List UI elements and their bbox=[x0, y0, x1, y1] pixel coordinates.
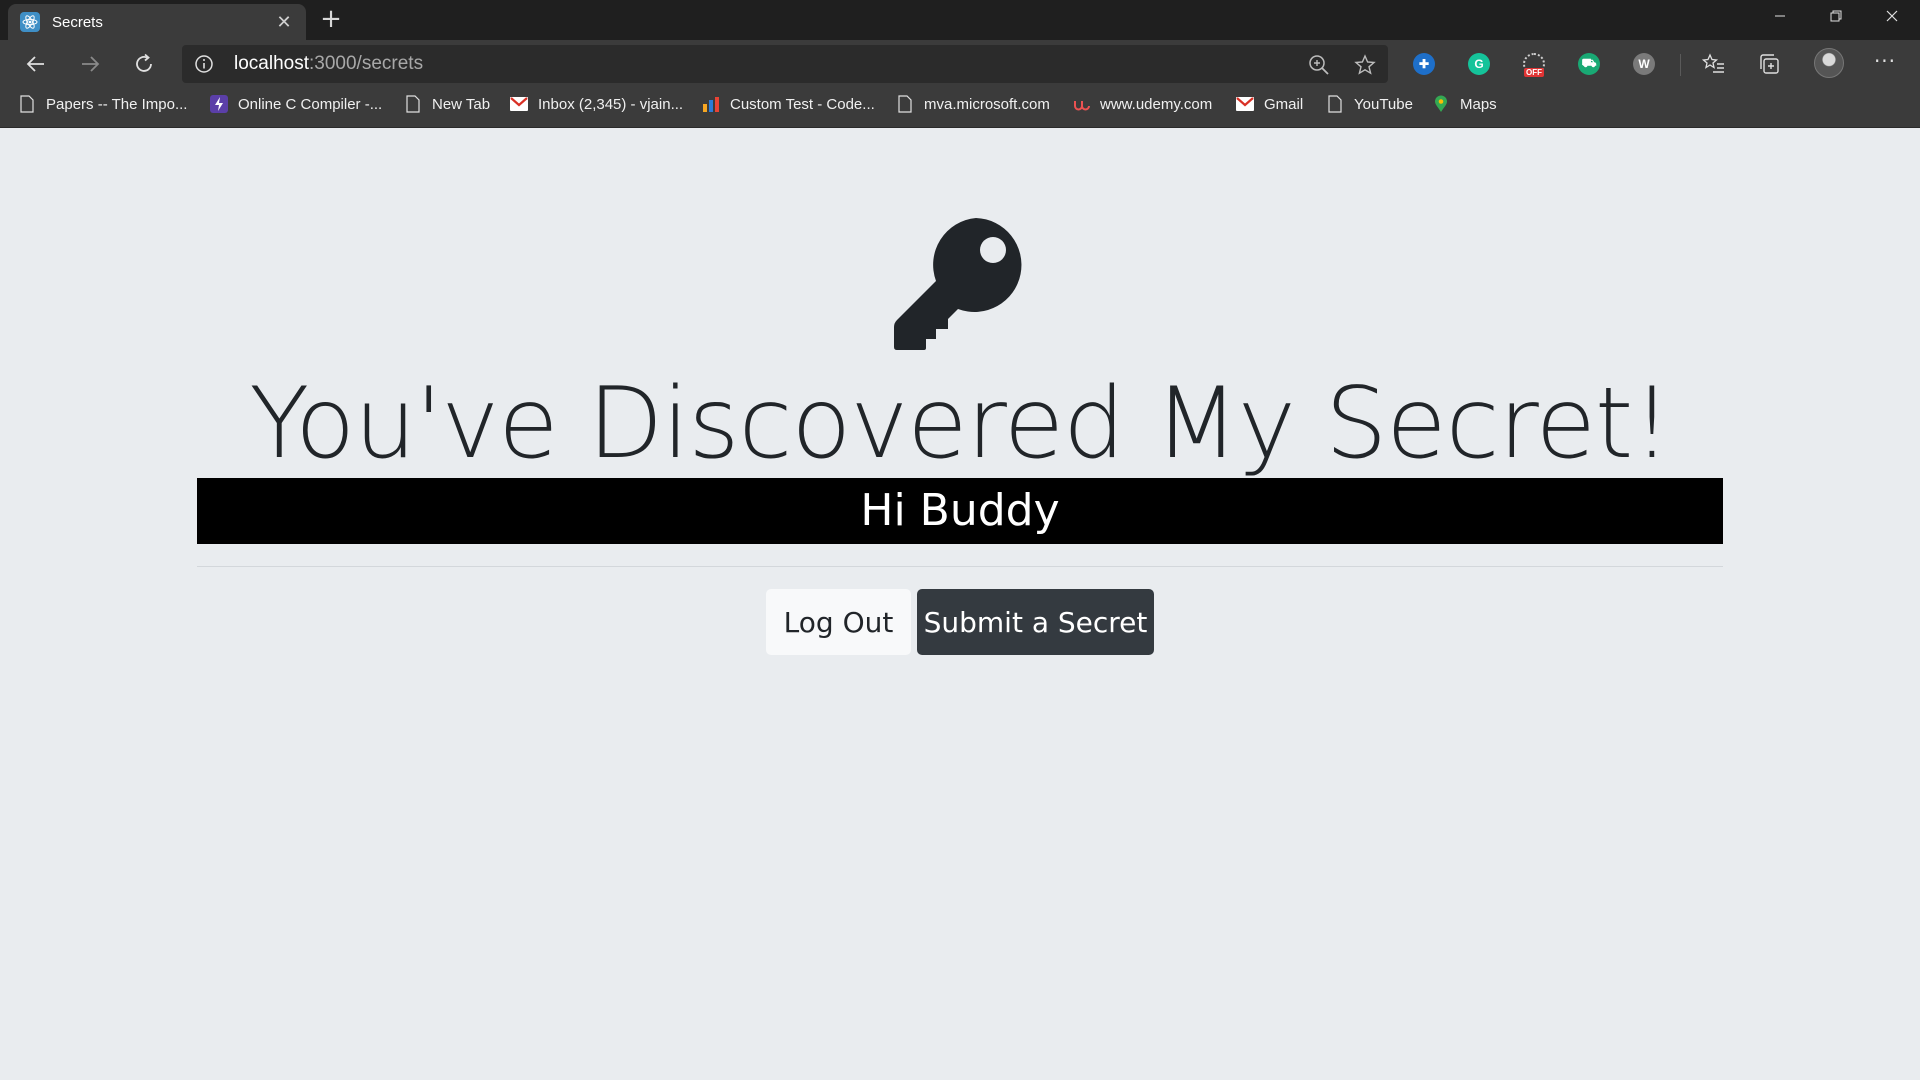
bookmark-label: Maps bbox=[1460, 95, 1497, 113]
bookmark-label: www.udemy.com bbox=[1100, 95, 1213, 113]
grammarly-icon[interactable]: G bbox=[1465, 50, 1493, 78]
page-icon bbox=[1326, 95, 1344, 113]
bookmark-item[interactable]: mva.microsoft.com bbox=[896, 88, 1050, 120]
bookmark-label: New Tab bbox=[432, 95, 491, 113]
profile-avatar[interactable] bbox=[1814, 48, 1844, 78]
bookmark-item[interactable]: Papers -- The Impo... bbox=[18, 88, 187, 120]
bolt-icon bbox=[210, 95, 228, 113]
bookmark-item[interactable]: Maps bbox=[1432, 88, 1497, 120]
url-path: :3000/secrets bbox=[309, 53, 424, 74]
new-tab-button[interactable]: + bbox=[316, 6, 346, 34]
address-bar[interactable]: localhost:3000/secrets bbox=[182, 45, 1388, 83]
key-icon bbox=[894, 218, 1022, 350]
bookmark-item[interactable]: Custom Test - Code... bbox=[702, 88, 875, 120]
gmail-icon bbox=[1236, 95, 1254, 113]
submit-secret-button[interactable]: Submit a Secret bbox=[917, 589, 1154, 655]
bookmark-item[interactable]: New Tab bbox=[404, 88, 490, 120]
bookmark-item[interactable]: Gmail bbox=[1236, 88, 1303, 120]
forward-arrow-icon[interactable] bbox=[74, 48, 106, 80]
gmail-icon bbox=[510, 95, 528, 113]
favorites-icon[interactable] bbox=[1700, 50, 1728, 78]
browser-tab-secrets[interactable]: Secrets ✕ bbox=[8, 4, 306, 40]
udemy-icon bbox=[1072, 95, 1090, 113]
maps-icon bbox=[1432, 95, 1450, 113]
url-host: localhost bbox=[234, 53, 309, 74]
favorite-star-icon[interactable] bbox=[1354, 54, 1376, 76]
page-icon bbox=[404, 95, 422, 113]
zoom-icon[interactable] bbox=[1308, 54, 1330, 76]
bookmark-item[interactable]: YouTube bbox=[1326, 88, 1413, 120]
bookmark-label: Online C Compiler -... bbox=[238, 95, 383, 113]
logout-button[interactable]: Log Out bbox=[766, 589, 911, 655]
site-info-icon[interactable] bbox=[194, 54, 214, 74]
bookmark-item[interactable]: Online C Compiler -... bbox=[210, 88, 382, 120]
restore-button[interactable] bbox=[1808, 0, 1864, 32]
refresh-icon[interactable] bbox=[128, 48, 160, 80]
off-extension-icon[interactable]: OFF bbox=[1520, 50, 1548, 78]
toolbar-separator bbox=[1680, 54, 1681, 76]
collections-icon[interactable] bbox=[1756, 50, 1784, 78]
bookmark-label: mva.microsoft.com bbox=[924, 95, 1050, 113]
page-icon bbox=[18, 95, 36, 113]
bookmark-label: Papers -- The Impo... bbox=[46, 95, 188, 113]
page-content: You've Discovered My Secret! Hi Buddy Lo… bbox=[0, 129, 1920, 1080]
bookmark-label: Custom Test - Code... bbox=[730, 95, 875, 113]
bookmark-item[interactable]: www.udemy.com bbox=[1072, 88, 1212, 120]
minimize-button[interactable] bbox=[1752, 0, 1808, 32]
back-arrow-icon[interactable] bbox=[20, 48, 52, 80]
window-controls bbox=[1752, 0, 1920, 32]
w-extension-icon[interactable]: W bbox=[1630, 50, 1658, 78]
bookmarks-bar: Papers -- The Impo... Online C Compiler … bbox=[0, 88, 1920, 128]
bookmark-item[interactable]: Inbox (2,345) - vjain... bbox=[510, 88, 683, 120]
tab-close-icon[interactable]: ✕ bbox=[274, 12, 294, 33]
shield-extension-icon[interactable]: ✚ bbox=[1410, 50, 1438, 78]
more-menu-icon[interactable]: ··· bbox=[1870, 48, 1900, 78]
bookmark-label: Gmail bbox=[1264, 95, 1304, 113]
browser-toolbar: localhost:3000/secrets ✚ G OFF ⛟ W ··· bbox=[0, 40, 1920, 88]
bookmark-label: YouTube bbox=[1354, 95, 1413, 113]
tab-title: Secrets bbox=[52, 13, 103, 31]
secret-text: Hi Buddy bbox=[197, 478, 1723, 544]
bar-icon bbox=[702, 95, 720, 113]
react-favicon-icon bbox=[20, 12, 40, 32]
bookmark-label: Inbox (2,345) - vjain... bbox=[538, 95, 684, 113]
close-window-button[interactable] bbox=[1864, 0, 1920, 32]
title-bar: Secrets ✕ + bbox=[0, 0, 1920, 40]
page-heading: You've Discovered My Secret! bbox=[249, 367, 1671, 481]
divider bbox=[197, 566, 1723, 567]
url-text: localhost:3000/secrets bbox=[234, 53, 423, 75]
page-icon bbox=[896, 95, 914, 113]
shop-extension-icon[interactable]: ⛟ bbox=[1575, 50, 1603, 78]
